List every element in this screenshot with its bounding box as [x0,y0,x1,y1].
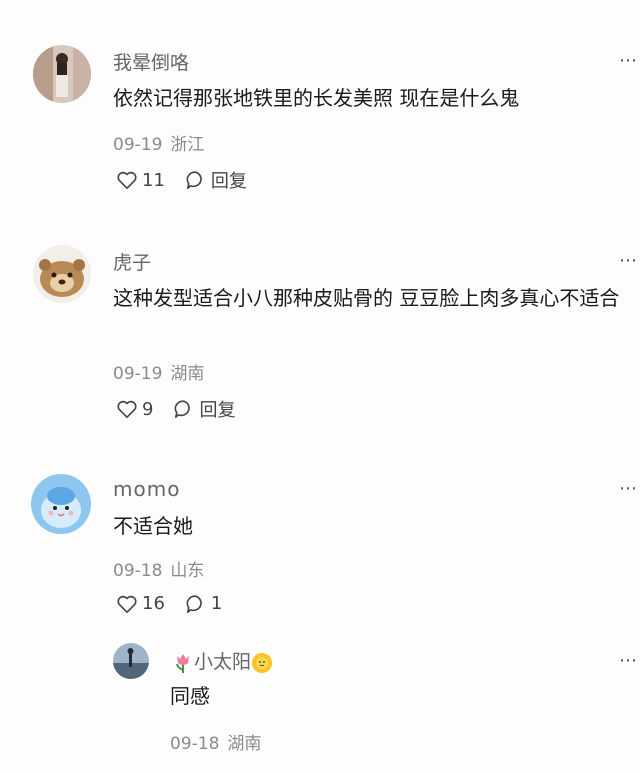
comment-text: 这种发型适合小八那种皮贴骨的 豆豆脸上肉多真心不适合 [113,286,620,310]
scenery-avatar-icon [113,643,149,679]
comment-actions: 9 回复 [116,396,255,422]
blue-cartoon-avatar-icon [31,474,91,534]
comment-text: 不适合她 [113,514,193,538]
like-button[interactable]: 9 [116,399,153,420]
like-button[interactable]: 16 [116,593,165,614]
avatar[interactable] [31,474,91,534]
comment-meta: 09-19 湖南 [113,359,204,384]
comment-date: 09-18 [113,561,163,581]
reply-count: 1 [210,593,223,614]
more-options-icon[interactable]: ⋯ [619,478,638,499]
comment-location: 浙江 [170,135,205,155]
comment-date: 09-19 [113,364,163,384]
like-count: 9 [142,398,154,420]
reply-label: 回复 [210,171,247,192]
person-photo-avatar-icon [33,45,91,103]
speech-bubble-icon [174,400,191,418]
reply-username-text: 小太阳 [194,651,252,673]
reply-location: 湖南 [227,734,262,754]
reply-meta: 09-18 湖南 [170,729,261,754]
more-options-icon[interactable]: ⋯ [619,250,638,271]
heart-icon [117,400,137,418]
reply-button[interactable]: 1 [185,593,222,614]
comment-location: 山东 [170,561,205,581]
heart-icon [117,171,137,189]
tulip-emoji-icon [176,653,189,673]
reply-text: 同感 [170,684,210,708]
comment-meta: 09-18 山东 [113,556,204,581]
comment-location: 湖南 [170,364,205,384]
sun-emoji-icon [252,652,273,673]
more-options-icon[interactable]: ⋯ [619,650,638,671]
avatar[interactable] [113,643,149,679]
avatar[interactable] [33,45,91,103]
comment-actions: 16 1 [116,593,242,614]
heart-icon [117,595,137,613]
reply-label: 回复 [199,400,236,421]
more-options-icon[interactable]: ⋯ [619,50,638,71]
comment-actions: 11 回复 [116,167,267,193]
comment-date: 09-19 [113,135,163,155]
comment-username[interactable]: 我晕倒咯 [113,48,189,75]
comment-meta: 09-19 浙江 [113,130,204,155]
comment-username[interactable]: 虎子 [113,248,151,275]
like-count: 11 [142,169,165,191]
reply-button[interactable]: 回复 [185,167,247,193]
like-button[interactable]: 11 [116,170,165,191]
lion-cub-avatar-icon [33,245,91,303]
reply-button[interactable]: 回复 [173,396,235,422]
reply-date: 09-18 [170,734,220,754]
comment-text: 依然记得那张地铁里的长发美照 现在是什么鬼 [113,86,520,110]
like-count: 16 [142,593,165,614]
speech-bubble-icon [186,594,202,613]
reply-username[interactable]: 小太阳 [172,647,273,674]
avatar[interactable] [33,245,91,303]
comment-username[interactable]: momo [113,477,180,501]
speech-bubble-icon [186,171,202,189]
